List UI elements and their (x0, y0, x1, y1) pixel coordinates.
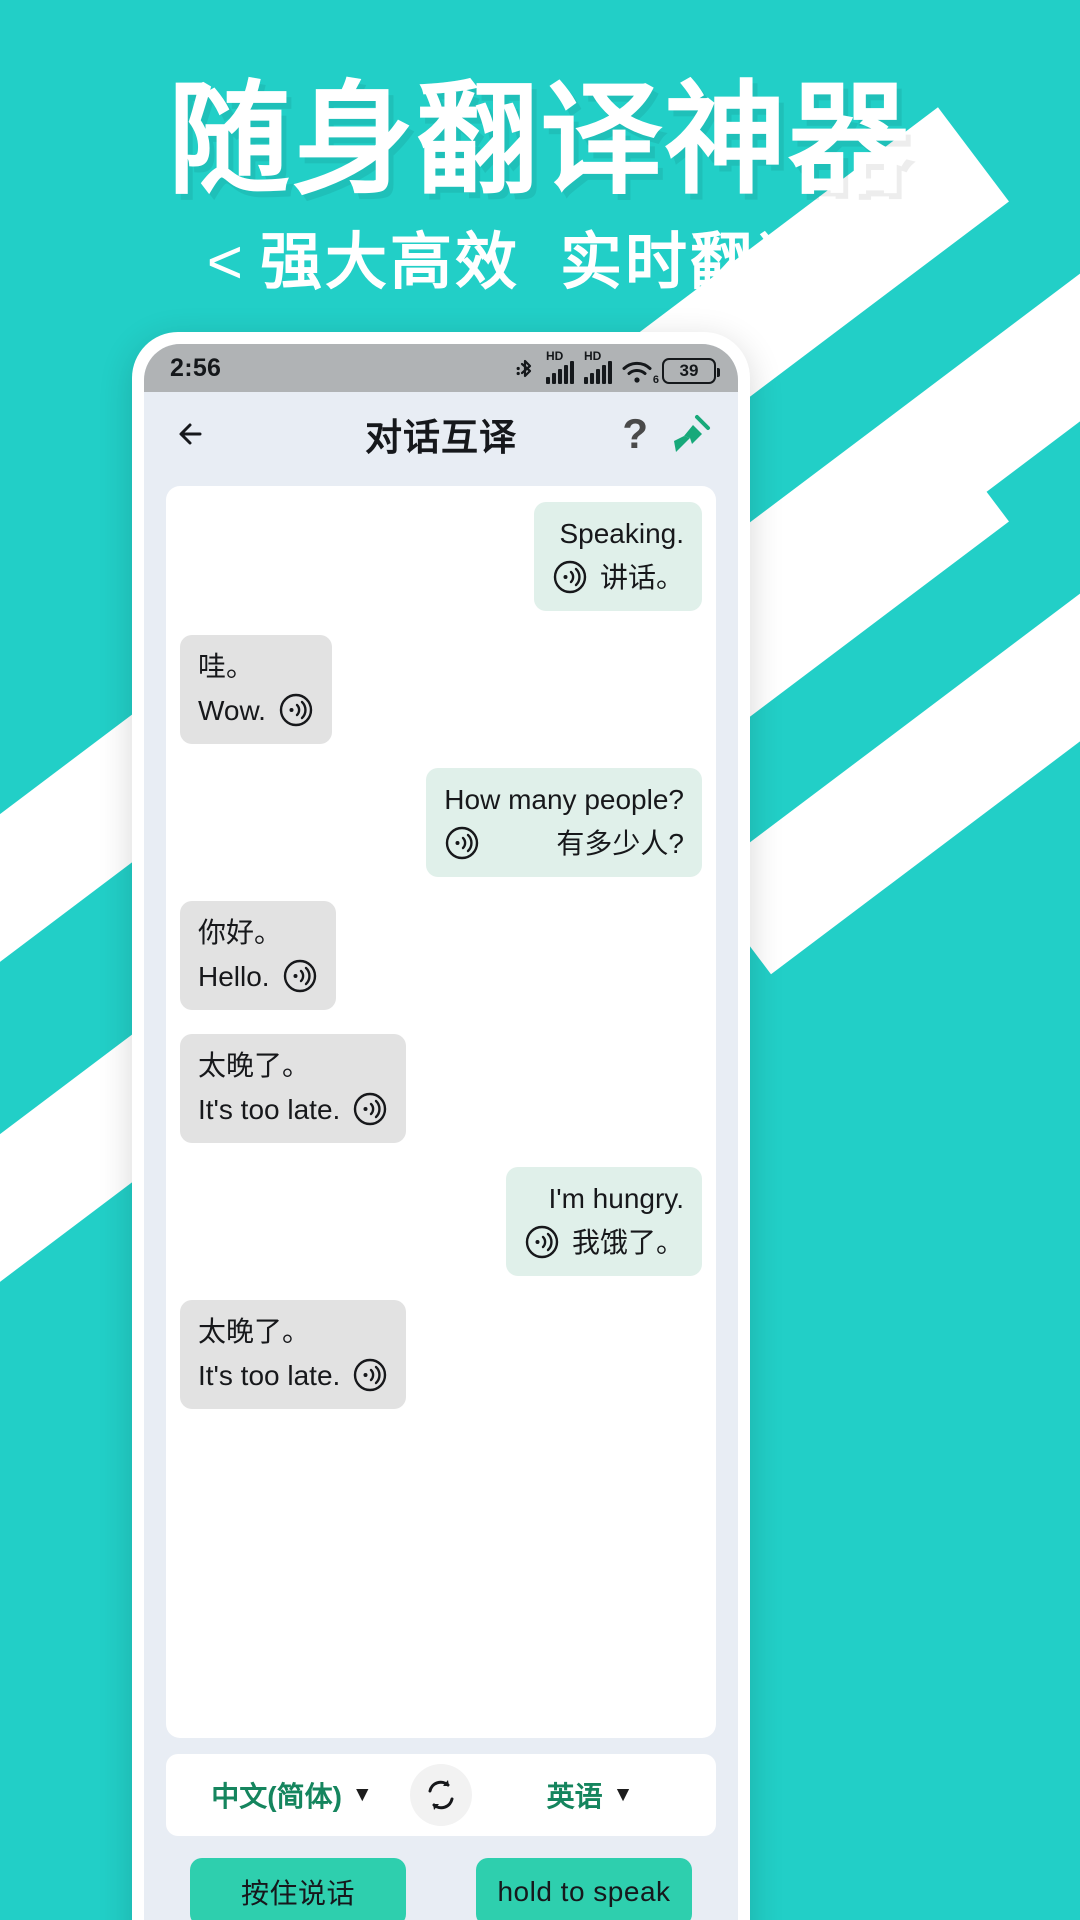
phone-mockup: 2:56 HD HD 6 39 对话互译 ? Speaking. 讲话。 哇。 … (132, 332, 750, 1920)
source-language-label: 中文(简体) (211, 1781, 342, 1812)
message-target-text: Hello. (198, 960, 270, 992)
chat-bubble-right[interactable]: How many people? 有多少人? (426, 768, 702, 877)
speaker-icon[interactable] (552, 559, 588, 595)
speaker-icon[interactable] (352, 1357, 388, 1393)
signal-hd-label-1: HD (546, 348, 564, 363)
message-target-text: 我饿了。 (571, 1226, 684, 1258)
speaker-icon[interactable] (352, 1091, 388, 1127)
chat-bubble-left[interactable]: 太晚了。 It's too late. (180, 1300, 407, 1409)
chat-bubble-right[interactable]: I'm hungry. 我饿了。 (505, 1167, 702, 1276)
speaker-icon[interactable] (282, 958, 318, 994)
chevron-down-icon: ▼ (351, 1783, 373, 1806)
speaker-icon[interactable] (524, 1224, 560, 1260)
status-bar: 2:56 HD HD 6 39 (144, 344, 738, 392)
message-source-text: 太晚了。 (198, 1316, 311, 1347)
hold-to-speak-button-source[interactable]: 按住说话 (190, 1858, 406, 1920)
chat-row: 太晚了。 It's too late. (180, 1034, 702, 1143)
chat-bubble-left[interactable]: 你好。 Hello. (180, 901, 336, 1010)
hold-to-speak-button-target[interactable]: hold to speak (476, 1858, 692, 1920)
signal-hd-label-2: HD (584, 348, 602, 363)
speak-button-row: 按住说话 hold to speak (166, 1858, 716, 1920)
conversation-list[interactable]: Speaking. 讲话。 哇。 Wow. How many people? 有… (166, 486, 716, 1738)
wifi-icon: 6 (622, 360, 659, 386)
target-language-selector[interactable]: 英语 ▼ (472, 1775, 708, 1815)
subline-right-chevron: > (834, 227, 874, 297)
bluetooth-icon (516, 359, 532, 377)
phone-screen: 2:56 HD HD 6 39 对话互译 ? Speaking. 讲话。 哇。 … (144, 344, 738, 1920)
subline-text-1: 强大高效 (259, 227, 520, 297)
banner-subline: < 强大高效 实时翻译 > (0, 227, 1080, 297)
chat-bubble-right[interactable]: Speaking. 讲话。 (533, 502, 702, 611)
chat-row: I'm hungry. 我饿了。 (180, 1167, 702, 1276)
source-language-selector[interactable]: 中文(简体) ▼ (174, 1775, 410, 1815)
battery-indicator: 39 (662, 357, 720, 384)
chat-row: Speaking. 讲话。 (180, 502, 702, 611)
battery-percent-label: 39 (679, 360, 699, 380)
chat-bubble-left[interactable]: 哇。 Wow. (180, 635, 332, 744)
message-source-text: How many people? (444, 784, 684, 815)
message-target-text: It's too late. (198, 1359, 341, 1391)
wifi-generation-label: 6 (652, 373, 659, 386)
broom-icon[interactable] (670, 413, 712, 455)
swap-languages-button[interactable] (410, 1764, 472, 1826)
subline-text-2: 实时翻译 (560, 227, 821, 297)
signal-strength-icon-1: HD (546, 348, 574, 384)
chat-row: How many people? 有多少人? (180, 768, 702, 877)
speaker-icon[interactable] (278, 692, 314, 728)
message-target-text: 有多少人? (556, 827, 684, 859)
message-source-text: 哇。 (198, 651, 255, 682)
app-header: 对话互译 ? (144, 392, 738, 476)
message-target-text: It's too late. (198, 1093, 341, 1125)
message-source-text: I'm hungry. (548, 1183, 684, 1214)
status-icons: HD HD 6 39 (516, 348, 720, 386)
message-source-text: 你好。 (198, 917, 283, 948)
signal-strength-icon-2: HD (584, 348, 612, 384)
message-target-text: 讲话。 (599, 561, 684, 593)
promo-banner: 随身翻译神器 < 强大高效 实时翻译 > (0, 0, 1080, 297)
speaker-icon[interactable] (444, 825, 480, 861)
app-header-actions: ? (622, 413, 712, 455)
back-arrow-icon[interactable] (170, 412, 214, 456)
bottom-controls: 中文(简体) ▼ 英语 ▼ 按住说话 hold to speak (144, 1738, 738, 1920)
chat-row: 你好。 Hello. (180, 901, 702, 1010)
swap-languages-icon (428, 1780, 454, 1810)
message-source-text: Speaking. (559, 518, 684, 549)
chat-row: 哇。 Wow. (180, 635, 702, 744)
chevron-down-icon: ▼ (612, 1783, 634, 1806)
chat-bubble-left[interactable]: 太晚了。 It's too late. (180, 1034, 407, 1143)
subline-left-chevron: < (206, 227, 246, 297)
message-target-text: Wow. (198, 694, 266, 726)
target-language-label: 英语 (546, 1781, 603, 1812)
message-source-text: 太晚了。 (198, 1050, 311, 1081)
chat-row: 太晚了。 It's too late. (180, 1300, 702, 1409)
language-selector-bar: 中文(简体) ▼ 英语 ▼ (166, 1754, 716, 1836)
banner-headline: 随身翻译神器 (168, 72, 912, 208)
status-time: 2:56 (170, 353, 222, 382)
help-icon[interactable]: ? (622, 413, 648, 455)
